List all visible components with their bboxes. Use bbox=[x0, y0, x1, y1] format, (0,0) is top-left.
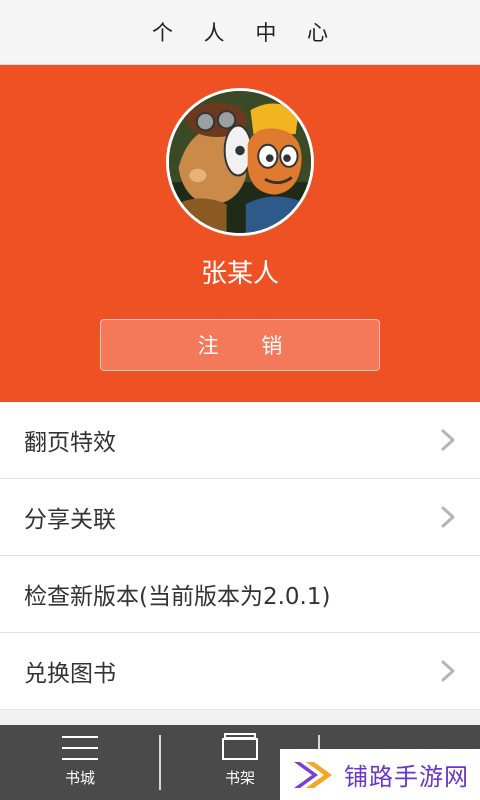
username: 张某人 bbox=[200, 259, 279, 289]
avatar[interactable] bbox=[166, 88, 314, 236]
menu-item-label: 检查新版本(当前版本为2.0.1) bbox=[24, 584, 331, 610]
menu-item-label: 翻页特效 bbox=[24, 430, 116, 456]
menu-item-check-update[interactable]: 检查新版本(当前版本为2.0.1) bbox=[0, 556, 480, 633]
page-title: 个 人 中 心 bbox=[151, 21, 341, 45]
watermark-logo-icon bbox=[294, 761, 332, 788]
chevron-right-icon bbox=[441, 506, 455, 528]
tab-bookstore[interactable]: 书城 bbox=[0, 725, 160, 800]
menu-item-label: 分享关联 bbox=[24, 507, 116, 533]
menu-item-share[interactable]: 分享关联 bbox=[0, 479, 480, 556]
chevron-right-icon bbox=[441, 429, 455, 451]
title-bar: 个 人 中 心 bbox=[0, 0, 480, 65]
menu-item-redeem-book[interactable]: 兑换图书 bbox=[0, 633, 480, 710]
menu-item-label: 兑换图书 bbox=[24, 661, 116, 687]
watermark-text: 铺路手游网 bbox=[344, 763, 469, 791]
logout-button[interactable]: 注 销 bbox=[100, 319, 380, 371]
bookshelf-icon bbox=[222, 733, 258, 760]
profile-header: 张某人 注 销 bbox=[0, 65, 480, 402]
menu-lines-icon bbox=[62, 736, 98, 760]
cartoon-avatar-icon bbox=[169, 91, 311, 233]
settings-menu: 翻页特效 分享关联 检查新版本(当前版本为2.0.1) 兑换图书 bbox=[0, 402, 480, 710]
tab-label: 书架 bbox=[224, 769, 255, 787]
menu-item-page-effect[interactable]: 翻页特效 bbox=[0, 402, 480, 479]
chevron-right-icon bbox=[441, 660, 455, 682]
tab-label: 书城 bbox=[64, 769, 95, 787]
watermark: 铺路手游网 bbox=[280, 749, 480, 800]
